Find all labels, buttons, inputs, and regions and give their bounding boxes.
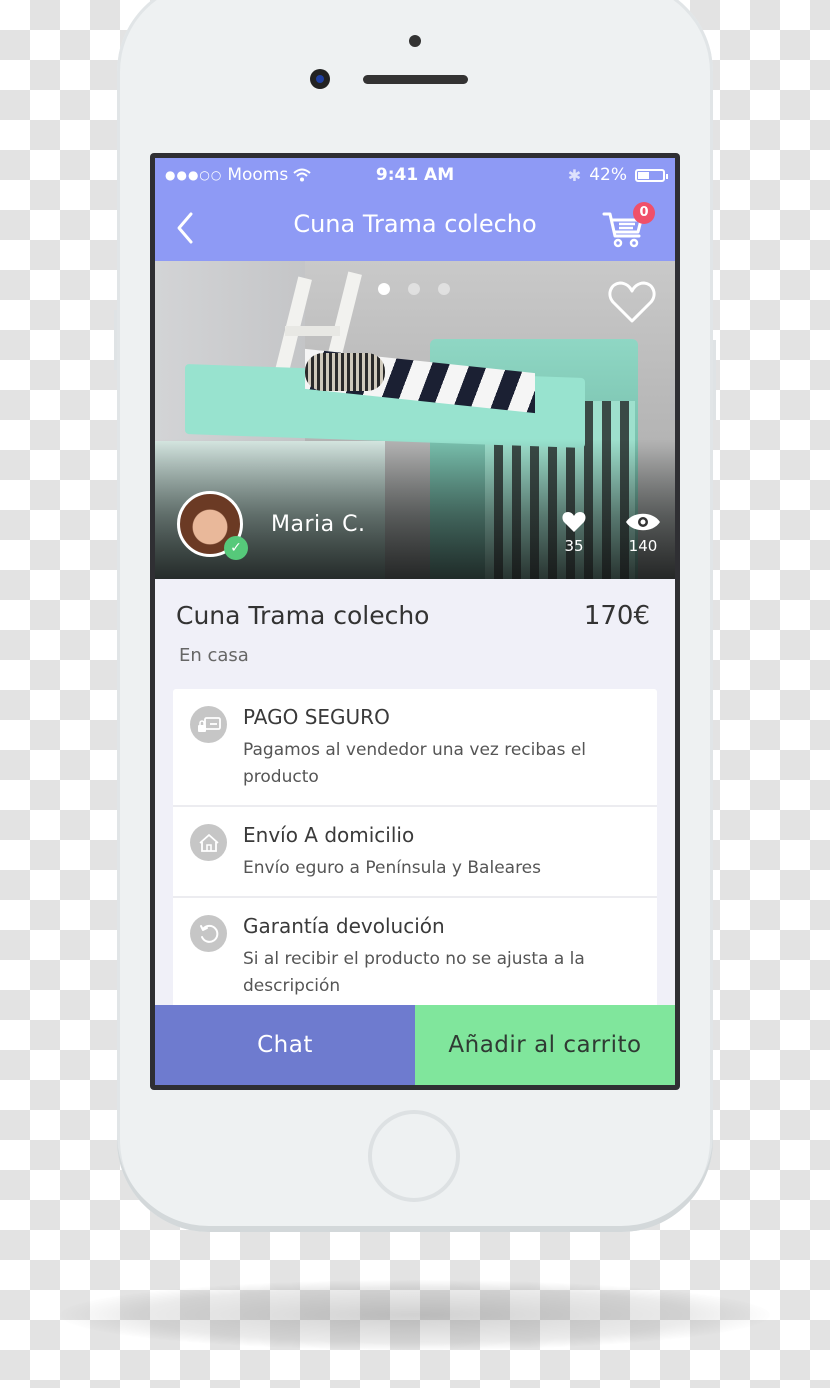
heart-icon xyxy=(562,512,586,532)
feature-description: Si al recibir el producto no se ajusta a… xyxy=(243,949,585,996)
feature-secure-payment: PAGO SEGURO Pagamos al vendedor una vez … xyxy=(173,689,657,807)
product-details: Cuna Trama colecho 170€ En casa PAGO SEG… xyxy=(155,579,675,1085)
feature-title: PAGO SEGURO xyxy=(243,705,390,729)
phone-shadow xyxy=(60,1280,770,1350)
product-price: 170€ xyxy=(583,601,650,631)
seller-name[interactable]: Maria C. xyxy=(271,512,365,537)
status-bar: ●●●○○ Mooms 9:41 AM ✱ 42% xyxy=(155,158,675,192)
gallery-pagination xyxy=(378,283,450,295)
seller-info[interactable]: ✓ Maria C. xyxy=(177,491,365,560)
power-button xyxy=(713,340,716,420)
feature-title: Garantía devolución xyxy=(243,914,445,938)
verified-badge: ✓ xyxy=(224,536,248,560)
volume-up-button xyxy=(114,310,117,370)
page-dot-2[interactable] xyxy=(408,283,420,295)
likes-stat: 35 xyxy=(561,511,587,555)
bluetooth-icon: ✱ xyxy=(567,165,582,185)
favorite-button[interactable] xyxy=(607,279,657,325)
heart-outline-icon xyxy=(608,281,656,323)
phone-screen: ●●●○○ Mooms 9:41 AM ✱ 42% Cuna Trama col… xyxy=(150,153,680,1090)
views-count: 140 xyxy=(628,537,658,555)
page-dot-3[interactable] xyxy=(438,283,450,295)
chat-button[interactable]: Chat xyxy=(155,1005,415,1085)
feature-home-delivery: Envío A domicilio Envío eguro a Penínsul… xyxy=(173,807,657,898)
page-dot-1[interactable] xyxy=(378,283,390,295)
seller-avatar[interactable]: ✓ xyxy=(177,491,248,560)
photo-detail xyxy=(285,326,340,336)
secure-card-icon xyxy=(190,706,227,743)
battery-percent: 42% xyxy=(589,165,627,185)
product-image-gallery[interactable]: ✓ Maria C. 35 140 xyxy=(155,261,675,579)
page-title: Cuna Trama colecho xyxy=(293,210,537,238)
product-title: Cuna Trama colecho xyxy=(176,601,430,630)
app-header: ●●●○○ Mooms 9:41 AM ✱ 42% Cuna Trama col… xyxy=(155,158,675,261)
feature-description: Envío eguro a Península y Baleares xyxy=(243,858,541,878)
feature-title: Envío A domicilio xyxy=(243,823,415,847)
return-icon xyxy=(190,915,227,952)
earpiece-speaker xyxy=(363,75,468,84)
photo-detail xyxy=(305,353,385,391)
feature-description: Pagamos al vendedor una vez recibas el p… xyxy=(243,740,587,787)
battery-icon xyxy=(635,168,668,182)
navigation-bar: Cuna Trama colecho 0 xyxy=(155,196,675,256)
add-to-cart-button[interactable]: Añadir al carrito xyxy=(415,1005,675,1085)
features-list: PAGO SEGURO Pagamos al vendedor una vez … xyxy=(173,689,657,1014)
proximity-sensor xyxy=(409,35,421,47)
front-camera xyxy=(310,69,330,89)
views-stat: 140 xyxy=(625,511,661,555)
home-button[interactable] xyxy=(368,1110,460,1202)
cart-count-badge: 0 xyxy=(633,202,655,224)
eye-icon xyxy=(626,513,660,531)
app-screen: ●●●○○ Mooms 9:41 AM ✱ 42% Cuna Trama col… xyxy=(155,158,675,1085)
home-icon xyxy=(190,824,227,861)
cart-button[interactable]: 0 xyxy=(601,202,655,252)
action-bar: Chat Añadir al carrito xyxy=(155,1005,675,1085)
product-location: En casa xyxy=(179,645,249,666)
feature-return-guarantee: Garantía devolución Si al recibir el pro… xyxy=(173,898,657,1014)
likes-count: 35 xyxy=(564,537,584,555)
